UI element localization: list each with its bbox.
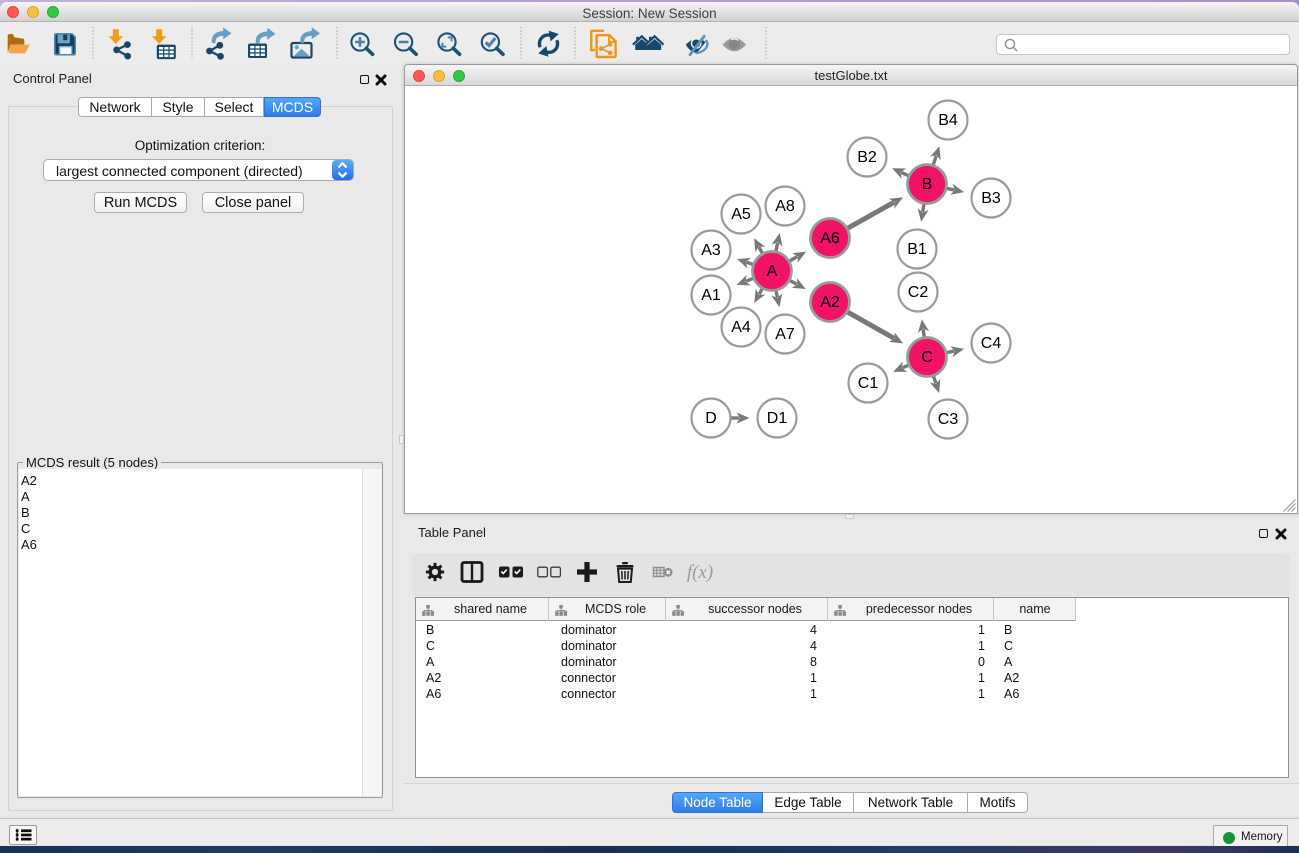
svg-text:B4: B4 <box>938 112 958 129</box>
svg-text:B: B <box>922 176 933 193</box>
svg-text:A2: A2 <box>820 294 840 311</box>
svg-text:A1: A1 <box>701 287 721 304</box>
svg-text:C: C <box>921 349 933 366</box>
svg-text:A7: A7 <box>775 326 795 343</box>
svg-text:B1: B1 <box>907 241 927 258</box>
svg-text:D: D <box>705 410 717 427</box>
svg-text:C3: C3 <box>938 411 959 428</box>
svg-text:A5: A5 <box>731 206 751 223</box>
svg-text:C4: C4 <box>981 335 1002 352</box>
svg-text:f(x): f(x) <box>687 562 713 583</box>
svg-text:A4: A4 <box>731 319 751 336</box>
svg-text:A: A <box>767 263 778 280</box>
svg-text:C2: C2 <box>908 284 929 301</box>
svg-text:B2: B2 <box>857 149 877 166</box>
svg-text:A6: A6 <box>820 230 840 247</box>
svg-text:A3: A3 <box>701 242 721 259</box>
svg-text:C1: C1 <box>858 375 879 392</box>
svg-text:A8: A8 <box>775 198 795 215</box>
svg-text:B3: B3 <box>981 190 1001 207</box>
svg-text:D1: D1 <box>767 410 788 427</box>
